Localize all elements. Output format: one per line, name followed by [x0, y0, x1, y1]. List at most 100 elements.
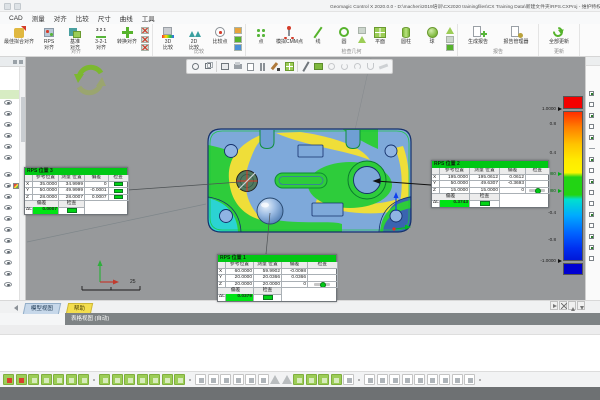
- status-icon[interactable]: [389, 374, 400, 385]
- checkbox-icon[interactable]: [589, 201, 594, 206]
- tab-cad[interactable]: CAD: [9, 15, 23, 22]
- scrollbar-thumb[interactable]: [21, 97, 25, 142]
- pan-view-icon[interactable]: [219, 61, 230, 72]
- rps-table-3[interactable]: RPS 位置 3 参考位置测量 位置偏差检查 X35.000034.99990 …: [24, 167, 128, 215]
- status-icon[interactable]: [427, 374, 438, 385]
- visibility-eye-icon[interactable]: [4, 111, 12, 116]
- status-triangle-icon[interactable]: [270, 375, 280, 384]
- status-icon[interactable]: [306, 374, 317, 385]
- paint-brush-icon[interactable]: [271, 61, 282, 72]
- tab-measure[interactable]: 测量: [32, 13, 45, 23]
- datum-align-button[interactable]: 基准 对齐: [63, 25, 87, 52]
- model-tree-item[interactable]: [0, 202, 19, 213]
- tab-compare[interactable]: 比较: [76, 13, 89, 23]
- option-row[interactable]: [586, 242, 600, 253]
- visibility-eye-icon[interactable]: [4, 172, 12, 177]
- status-icon[interactable]: [452, 374, 463, 385]
- checkbox-checked-icon[interactable]: [589, 157, 594, 162]
- visibility-eye-icon[interactable]: [4, 205, 12, 210]
- tab-tools[interactable]: 工具: [142, 13, 155, 23]
- visibility-eye-icon[interactable]: [4, 249, 12, 254]
- geometry-extra-buttons-1[interactable]: [358, 25, 366, 43]
- option-row[interactable]: [586, 253, 600, 264]
- 2d-compare-button[interactable]: 2D 比较: [182, 25, 206, 52]
- visibility-eye-icon[interactable]: [4, 216, 12, 221]
- 321-align-button[interactable]: 3 2 1 3-2-1 对齐: [89, 25, 113, 52]
- status-icon[interactable]: [220, 374, 231, 385]
- option-row[interactable]: [586, 198, 600, 209]
- save-icon[interactable]: [4, 3, 11, 10]
- section-line-icon[interactable]: [300, 61, 311, 72]
- colorbar-tolerance-marker[interactable]: [558, 189, 562, 193]
- status-icon[interactable]: [137, 374, 148, 385]
- status-icon[interactable]: [162, 374, 173, 385]
- status-icon[interactable]: [16, 374, 27, 385]
- model-tree-item[interactable]: [0, 235, 19, 246]
- status-icon[interactable]: [3, 374, 14, 385]
- checkbox-checked-icon[interactable]: [589, 113, 594, 118]
- orbit-icon[interactable]: [190, 61, 201, 72]
- option-row[interactable]: [586, 209, 600, 220]
- model-tree-item[interactable]: [0, 268, 19, 279]
- option-row[interactable]: [586, 88, 600, 99]
- checkbox-icon[interactable]: [589, 223, 594, 228]
- status-icon[interactable]: [208, 374, 219, 385]
- model-tree-item[interactable]: [0, 152, 19, 163]
- measure-icon[interactable]: [378, 61, 389, 72]
- visibility-eye-icon[interactable]: [4, 227, 12, 232]
- checkbox-checked-icon[interactable]: [589, 91, 594, 96]
- undo-icon[interactable]: [14, 3, 21, 10]
- status-icon[interactable]: [174, 374, 185, 385]
- play-icon[interactable]: [550, 301, 558, 310]
- model-tree-item[interactable]: [0, 213, 19, 224]
- status-icon[interactable]: [402, 374, 413, 385]
- tab-help[interactable]: 帮助: [66, 303, 93, 314]
- model-tree-item[interactable]: [0, 119, 19, 130]
- iso-view-icon[interactable]: [203, 61, 214, 72]
- simulated-cmm-point-button[interactable]: 模拟CMM点: [275, 25, 304, 46]
- visibility-eye-icon[interactable]: [4, 144, 12, 149]
- status-triangle-icon[interactable]: [282, 375, 292, 384]
- option-row[interactable]: [586, 187, 600, 198]
- checkbox-icon[interactable]: [589, 168, 594, 173]
- clip-plane-icon[interactable]: [326, 61, 337, 72]
- plane-button[interactable]: 平面: [368, 25, 392, 46]
- print-icon[interactable]: [232, 61, 243, 72]
- best-fit-align-button[interactable]: 最佳拟合对齐: [3, 25, 35, 46]
- option-row[interactable]: [586, 176, 600, 187]
- visibility-eye-icon[interactable]: [4, 183, 11, 188]
- expand-up-icon[interactable]: [568, 301, 576, 310]
- option-row[interactable]: [586, 231, 600, 242]
- status-icon[interactable]: [195, 374, 206, 385]
- status-icon[interactable]: [439, 374, 450, 385]
- tab-curve[interactable]: 曲线: [120, 13, 133, 23]
- tab-dimension[interactable]: 尺寸: [98, 13, 111, 23]
- visibility-eye-icon[interactable]: [4, 122, 12, 127]
- checkbox-icon[interactable]: [589, 102, 594, 107]
- rps-table-2[interactable]: RPS 位置 2 参考位置测量 位置偏差检查 X195.0000195.0612…: [431, 160, 549, 208]
- colorbar-max-marker[interactable]: [558, 107, 562, 111]
- status-icon[interactable]: [245, 374, 256, 385]
- checkbox-icon[interactable]: [589, 190, 594, 195]
- model-tree-item[interactable]: [0, 246, 19, 257]
- checkbox-checked-icon[interactable]: [589, 179, 594, 184]
- checkbox-icon[interactable]: [589, 124, 594, 129]
- checkbox-checked-icon[interactable]: [589, 234, 594, 239]
- tab-model-view[interactable]: 模型视图: [23, 303, 61, 314]
- status-icon[interactable]: [66, 374, 77, 385]
- status-icon[interactable]: [464, 374, 475, 385]
- close-icon[interactable]: [19, 60, 23, 64]
- sphere-button[interactable]: 球: [420, 25, 444, 46]
- status-icon[interactable]: [78, 374, 89, 385]
- checkbox-checked-icon[interactable]: [589, 135, 594, 140]
- rotate-cw-icon[interactable]: [339, 61, 350, 72]
- option-row[interactable]: [586, 121, 600, 132]
- visibility-eye-icon[interactable]: [4, 260, 12, 265]
- status-icon[interactable]: [149, 374, 160, 385]
- quick-access-toolbar[interactable]: [4, 3, 21, 10]
- visibility-eye-icon[interactable]: [4, 282, 12, 287]
- geometry-extra-buttons-2[interactable]: [446, 25, 454, 51]
- status-icon[interactable]: [53, 374, 64, 385]
- pin-icon[interactable]: [13, 60, 17, 64]
- update-all-button[interactable]: 全部更新: [542, 25, 576, 46]
